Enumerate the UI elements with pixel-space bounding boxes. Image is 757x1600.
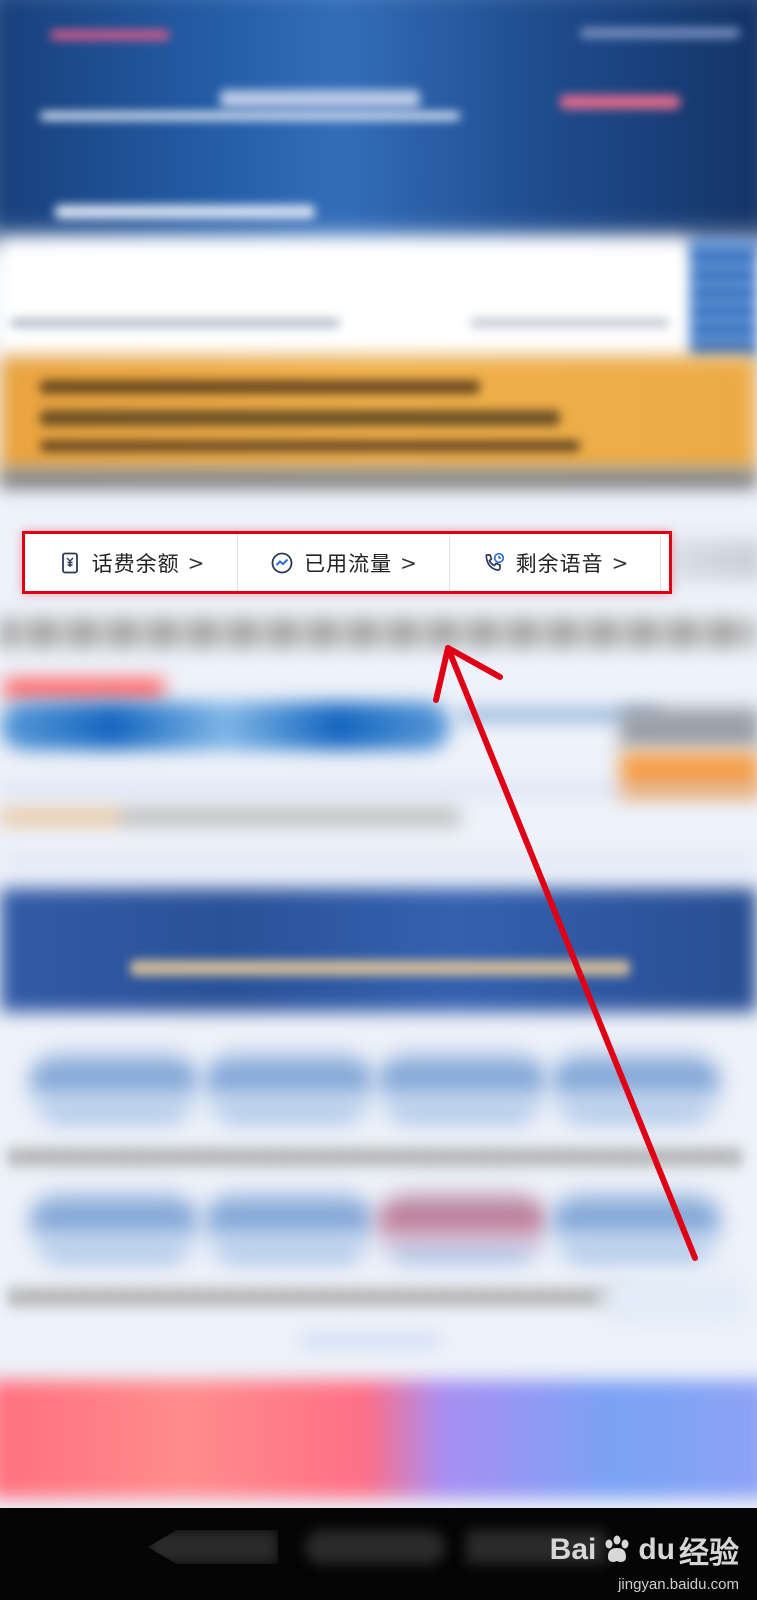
back-button[interactable] [148, 1530, 278, 1564]
phone-bill-icon [61, 552, 78, 573]
blurred-service-tile [378, 1052, 546, 1122]
blurred-side-strip [690, 240, 757, 360]
voice-call-icon [485, 552, 504, 571]
blurred-chip [620, 708, 757, 748]
phone-bill-label: 话费余额 [91, 551, 180, 576]
blurred-tile-labels [10, 1288, 630, 1306]
voice-minutes-label: 剩余语音 [515, 551, 604, 576]
highlight-box: 话费余额 > 已用流量 > 剩余语音 > [22, 531, 672, 594]
blurred-banner-text [40, 380, 480, 394]
blurred-ad-text [130, 960, 630, 976]
blurred-tag [4, 678, 164, 700]
blurred-notice-text [0, 808, 460, 826]
blurred-bottom-banner [0, 1380, 757, 1498]
blurred-service-tile [378, 1192, 546, 1262]
voice-minutes-button[interactable]: 剩余语音 > [449, 534, 661, 591]
blurred-divider [0, 786, 757, 792]
blurred-divider [0, 855, 757, 865]
blurred-account-card [0, 240, 690, 360]
watermark-logo: Bai du 经验 [550, 1528, 739, 1572]
blurred-usage-values [0, 618, 757, 648]
chevron-right-icon: > [611, 550, 629, 575]
blurred-header-text [560, 95, 680, 109]
blurred-header-text [580, 28, 740, 38]
blurred-ad-banner [0, 888, 757, 1012]
blurred-header-text [50, 30, 170, 40]
blurred-header-text [40, 112, 460, 120]
phone-bill-button[interactable]: 话费余额 > [25, 534, 237, 591]
blurred-tile-labels [10, 1148, 740, 1166]
blurred-service-tile [552, 1192, 720, 1262]
data-usage-label: 已用流量 [304, 551, 393, 576]
baidu-jingyan-watermark: Bai du 经验 jingyan.baidu.com [550, 1528, 739, 1593]
blurred-service-tile [30, 1192, 198, 1262]
watermark-url: jingyan.baidu.com [618, 1576, 739, 1593]
blurred-page-indicator [300, 1338, 440, 1344]
blurred-card-text [470, 318, 670, 328]
home-button[interactable] [305, 1530, 445, 1564]
blurred-header-text [220, 90, 420, 108]
blurred-service-tile [552, 1052, 720, 1122]
blurred-progress-pill [0, 702, 450, 750]
blurred-banner-text [40, 440, 580, 452]
blurred-service-tile [205, 1052, 373, 1122]
blurred-header-text [55, 205, 315, 219]
chevron-right-icon: > [187, 550, 205, 575]
blurred-banner-text [40, 410, 560, 426]
blurred-service-tile [30, 1052, 198, 1122]
blurred-bar-overflow [672, 540, 757, 580]
watermark-brand-suffix: du [638, 1533, 675, 1566]
blurred-divider-strip [0, 470, 757, 488]
watermark-brand: Bai [549, 1533, 597, 1566]
quick-access-bar: 话费余额 > 已用流量 > 剩余语音 > [25, 534, 669, 591]
chevron-right-icon: > [400, 550, 417, 575]
data-usage-button[interactable]: 已用流量 > [237, 534, 449, 591]
blurred-more-pill [600, 1275, 750, 1325]
blurred-service-tile [205, 1192, 373, 1262]
watermark-brand-cn: 经验 [679, 1537, 739, 1570]
paw-icon [605, 1535, 629, 1562]
data-usage-icon [271, 552, 293, 573]
blurred-card-text [10, 318, 340, 328]
